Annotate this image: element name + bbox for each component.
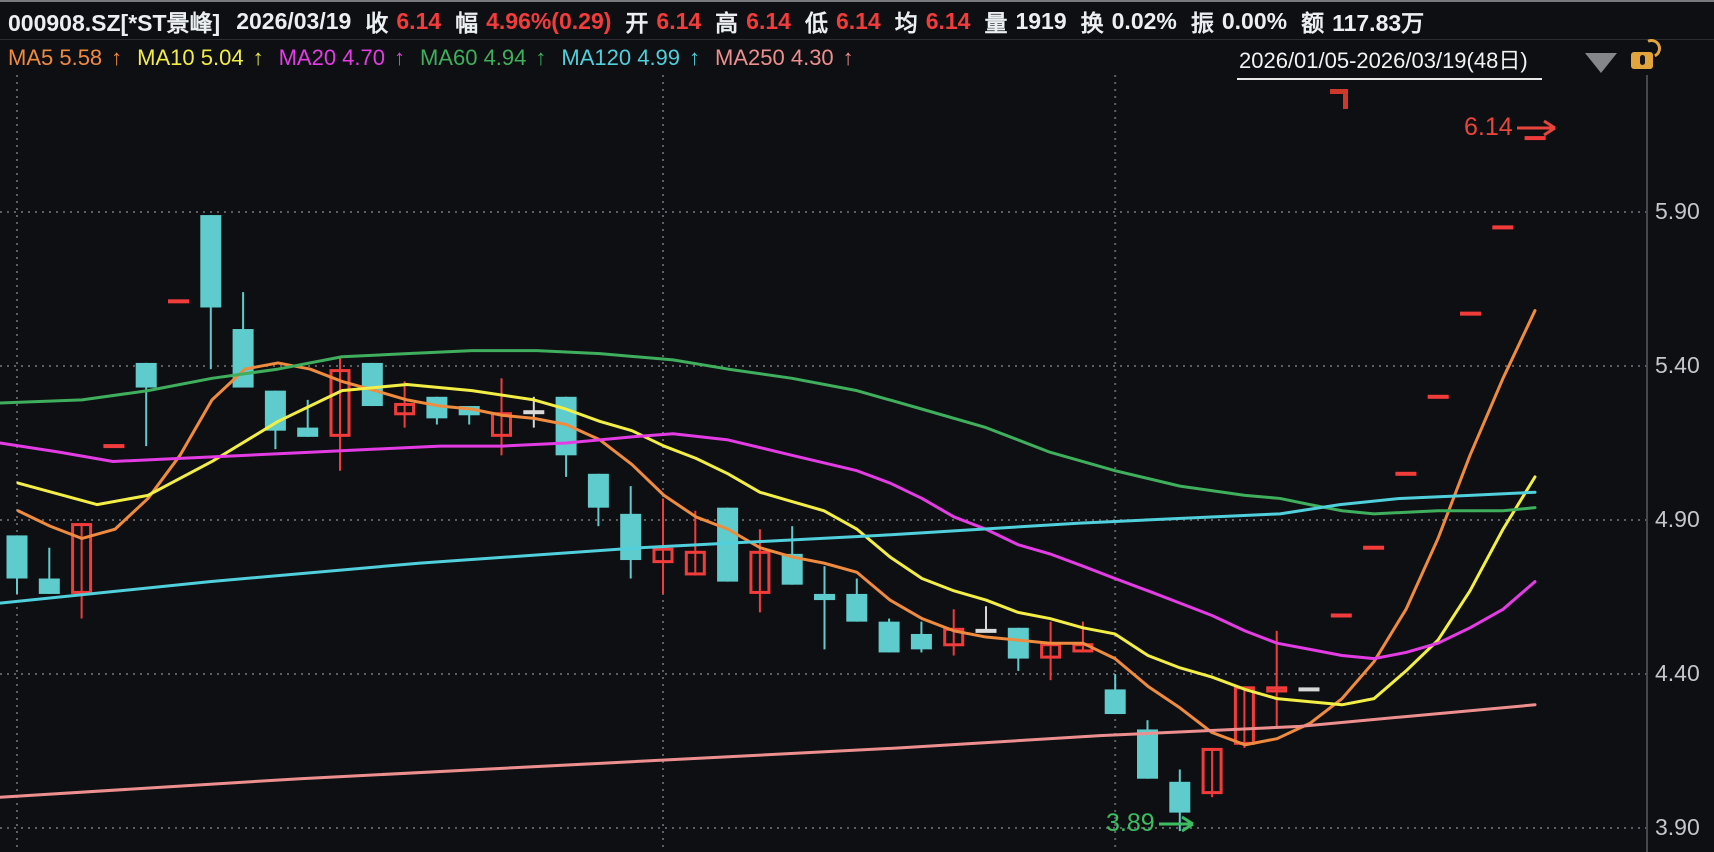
corner-mark-icon [1330,89,1348,109]
latest-price-label: 6.14 [1464,113,1513,142]
stock-app-window: 000908.SZ[*ST景峰] 2026/03/19 收6.14幅4.96%(… [0,0,1714,852]
kline-chart[interactable] [0,0,1714,852]
y-axis-label-5.90: 5.90 [1655,198,1700,225]
y-axis-label-5.40: 5.40 [1655,352,1700,379]
low-price-annotation: 3.89 [1106,809,1199,838]
latest-price-annotation: 6.14 [1464,113,1561,142]
y-axis-label-4.40: 4.40 [1655,660,1700,687]
arrow-right-icon [1515,117,1561,139]
low-price-label: 3.89 [1106,809,1155,838]
unlock-icon[interactable] [1631,52,1653,69]
y-axis-label-3.90: 3.90 [1655,814,1700,841]
chevron-down-icon[interactable] [1585,53,1617,73]
period-range-selector[interactable]: 2026/01/05-2026/03/19(48日) [1237,43,1542,80]
y-axis-label-4.90: 4.90 [1655,506,1700,533]
arrow-right-icon [1157,813,1199,835]
